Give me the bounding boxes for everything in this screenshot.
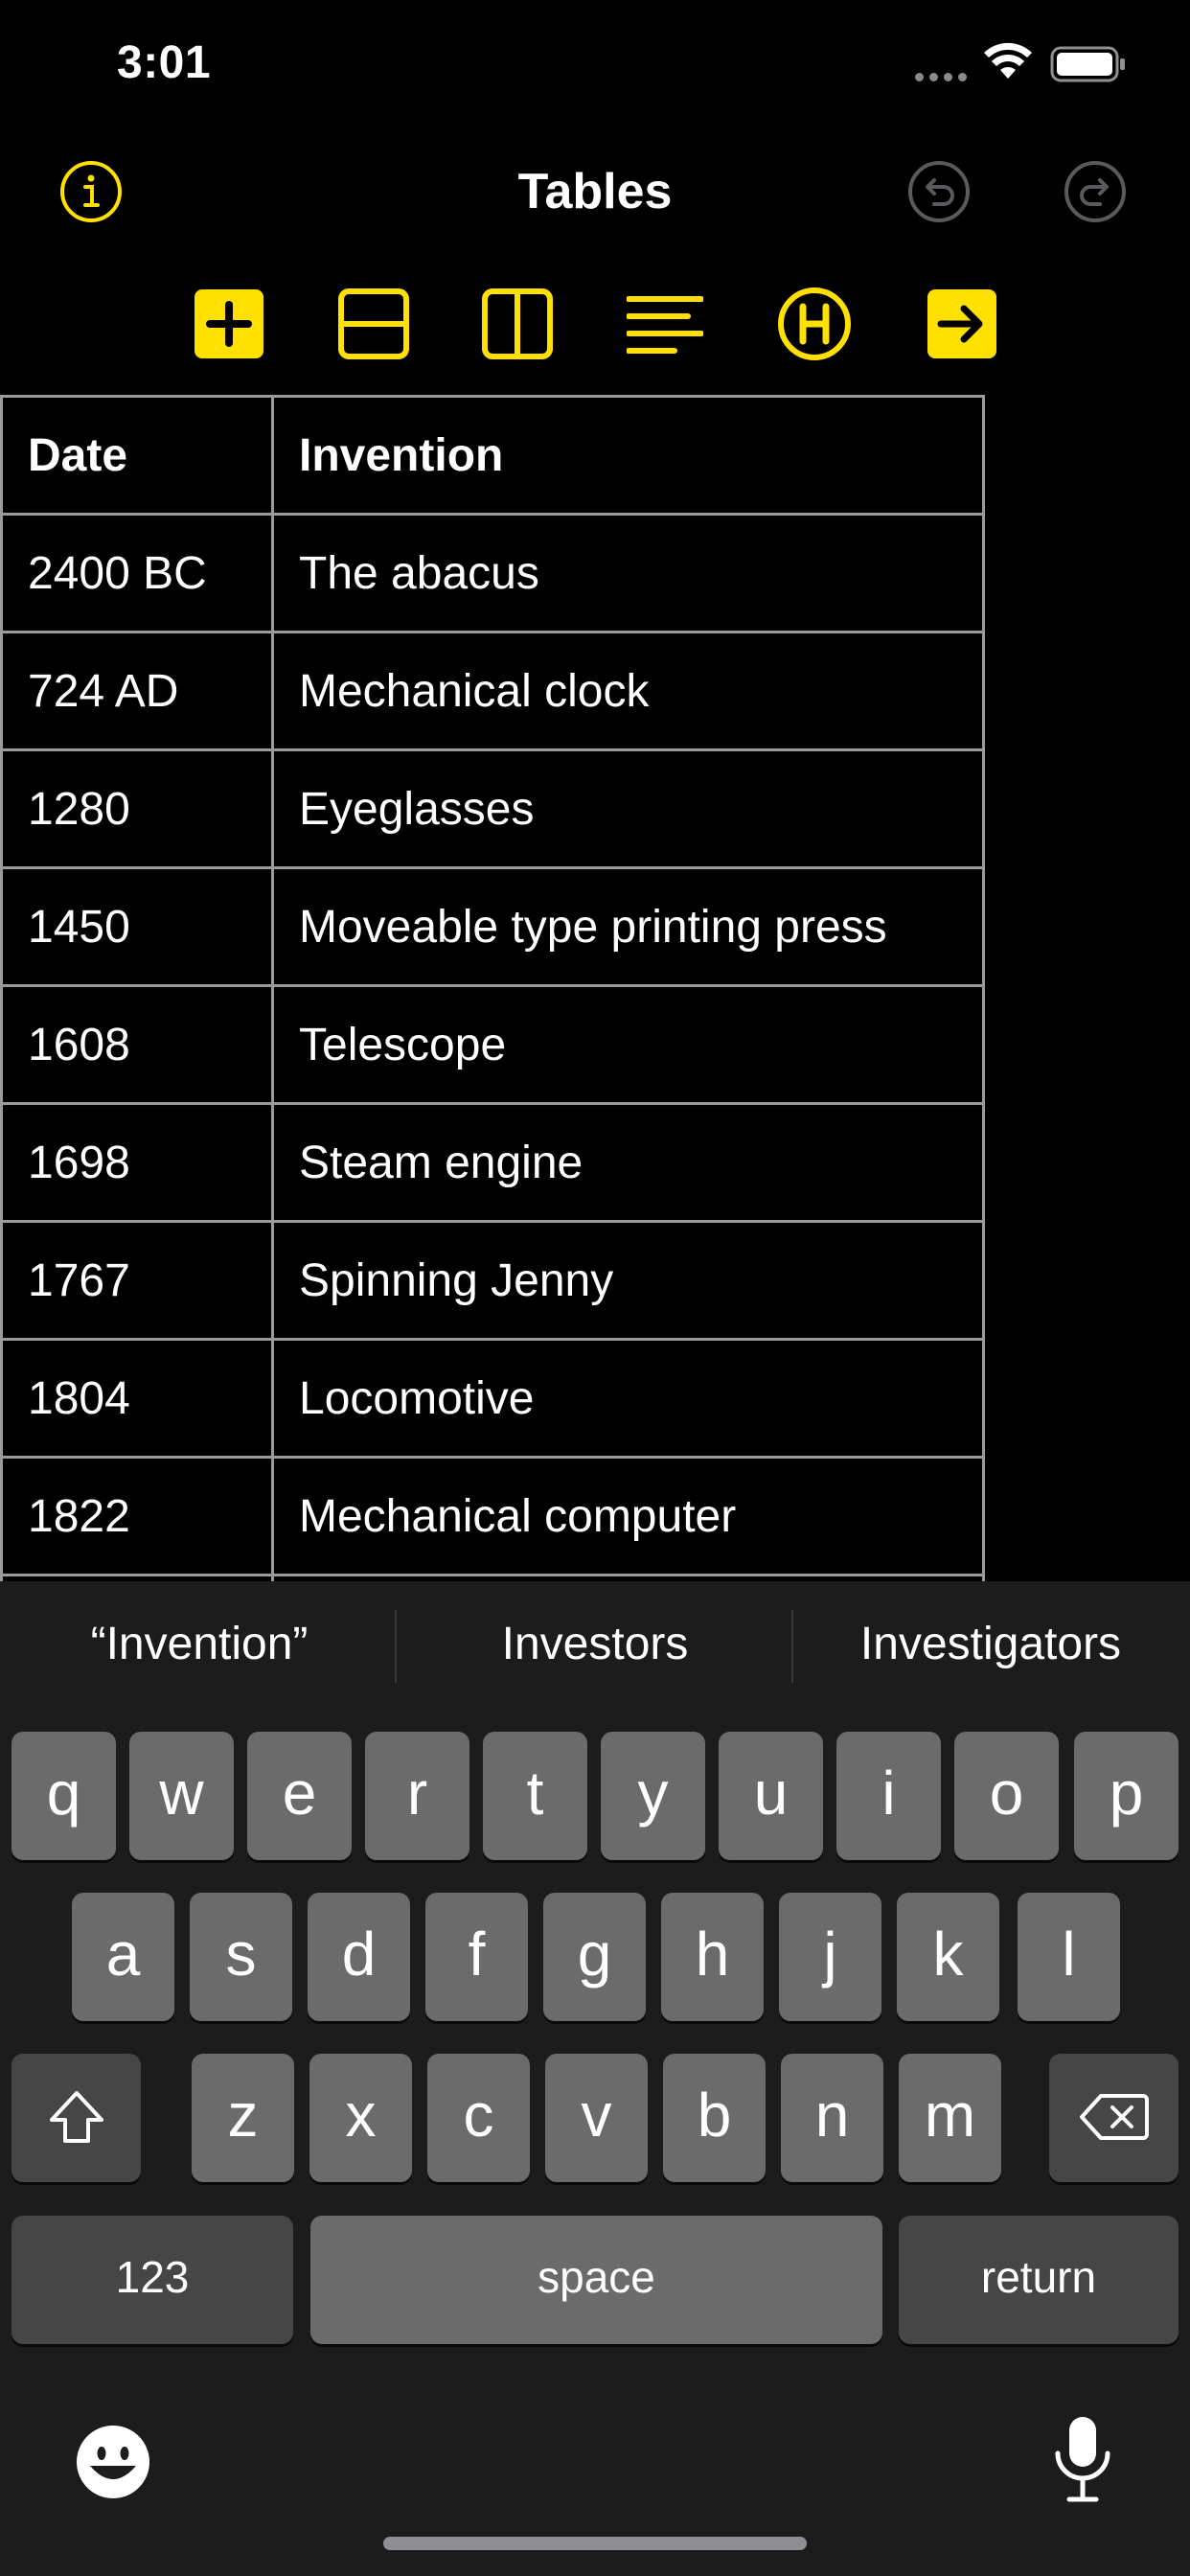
table-toolbar [0, 286, 1190, 362]
date-cell[interactable]: 1608 [0, 984, 274, 1105]
inventions-table: Date Invention 2400 BC The abacus 724 AD… [0, 395, 985, 1581]
table-header-row: Date Invention [0, 395, 985, 516]
table-row: 2400 BC The abacus [0, 513, 985, 633]
key[interactable]: j [779, 1893, 881, 2021]
signal-icon [915, 73, 967, 81]
shift-icon [50, 2091, 103, 2143]
suggestion-item[interactable]: “Invention” [2, 1618, 397, 1670]
key[interactable]: f [425, 1893, 528, 2021]
date-cell[interactable]: 1822 [0, 1456, 274, 1576]
date-cell[interactable]: 1450 [0, 866, 274, 987]
header-cell-date[interactable]: Date [0, 395, 274, 516]
date-cell[interactable]: 1804 [0, 1338, 274, 1459]
table-row: 1698 Steam engine [0, 1102, 985, 1223]
next-cell-icon[interactable] [924, 286, 1000, 362]
key[interactable]: n [781, 2054, 883, 2182]
insert-row-icon[interactable] [335, 286, 412, 362]
undo-icon[interactable] [905, 158, 973, 225]
date-cell[interactable]: 1767 [0, 1220, 274, 1341]
key[interactable]: o [954, 1732, 1059, 1860]
key[interactable]: x [309, 2054, 412, 2182]
battery-icon [1050, 46, 1125, 82]
microphone-icon[interactable] [1052, 2415, 1113, 2503]
divider [395, 1610, 397, 1683]
table-row: 1608 Telescope [0, 984, 985, 1105]
key[interactable]: h [661, 1893, 764, 2021]
date-cell[interactable]: 2400 BC [0, 513, 274, 633]
invention-cell[interactable]: Spinning Jenny [271, 1220, 985, 1341]
table-row: 1280 Eyeglasses [0, 748, 985, 869]
nav-bar: Tables [0, 134, 1190, 249]
key[interactable]: d [308, 1893, 410, 2021]
invention-cell[interactable]: Mechanical computer [271, 1456, 985, 1576]
table-container: Date Invention 2400 BC The abacus 724 AD… [0, 395, 987, 1581]
status-bar: 3:01 [0, 0, 1190, 134]
shift-key[interactable] [11, 2054, 141, 2182]
delete-icon [1080, 2094, 1149, 2140]
key[interactable]: r [365, 1732, 469, 1860]
invention-cell[interactable]: Locomotive [271, 1338, 985, 1459]
table-row: 1804 Locomotive [0, 1338, 985, 1459]
invention-cell[interactable]: The abacus [271, 513, 985, 633]
invention-cell[interactable]: Moveable type printing press [271, 866, 985, 987]
insert-column-icon[interactable] [479, 286, 556, 362]
invention-cell[interactable]: Mechanical clock [271, 631, 985, 751]
table-row: 1767 Spinning Jenny [0, 1220, 985, 1341]
key[interactable]: g [543, 1893, 646, 2021]
key[interactable]: w [129, 1732, 234, 1860]
return-key[interactable]: return [899, 2216, 1179, 2344]
key[interactable]: t [483, 1732, 587, 1860]
key[interactable]: m [899, 2054, 1001, 2182]
invention-cell[interactable]: Telescope [271, 984, 985, 1105]
header-icon[interactable] [776, 286, 853, 362]
space-key[interactable]: space [310, 2216, 882, 2344]
key[interactable]: p [1074, 1732, 1179, 1860]
key[interactable]: i [836, 1732, 941, 1860]
invention-cell[interactable]: Steam engine [271, 1102, 985, 1223]
status-time: 3:01 [117, 37, 212, 88]
add-icon[interactable] [191, 286, 267, 362]
emoji-icon[interactable] [73, 2422, 153, 2502]
header-cell-invention[interactable]: Invention [271, 395, 985, 516]
key[interactable]: k [897, 1893, 999, 2021]
invention-cell[interactable]: Eyeglasses [271, 748, 985, 869]
key[interactable]: u [719, 1732, 823, 1860]
numbers-key[interactable]: 123 [11, 2216, 293, 2344]
key[interactable]: z [192, 2054, 294, 2182]
key[interactable]: l [1018, 1893, 1120, 2021]
redo-icon[interactable] [1062, 158, 1129, 225]
suggestion-item[interactable]: Investigators [793, 1618, 1188, 1670]
date-cell[interactable]: 724 AD [0, 631, 274, 751]
key[interactable]: b [663, 2054, 766, 2182]
home-indicator[interactable] [383, 2537, 807, 2550]
table-row: 1822 Mechanical computer [0, 1456, 985, 1576]
key[interactable]: e [247, 1732, 352, 1860]
table-row: 724 AD Mechanical clock [0, 631, 985, 751]
key[interactable]: v [545, 2054, 648, 2182]
date-cell[interactable]: 1280 [0, 748, 274, 869]
suggestion-item[interactable]: Investors [398, 1618, 792, 1670]
key[interactable]: s [190, 1893, 292, 2021]
page-title: Tables [517, 164, 673, 219]
key[interactable]: a [72, 1893, 174, 2021]
suggestion-bar: “Invention” Investors Investigators [0, 1581, 1190, 1715]
table-row: 1450 Moveable type printing press [0, 866, 985, 987]
delete-key[interactable] [1049, 2054, 1179, 2182]
key[interactable]: y [601, 1732, 705, 1860]
wifi-icon [984, 42, 1032, 79]
date-cell[interactable]: 1698 [0, 1102, 274, 1223]
key[interactable]: c [427, 2054, 530, 2182]
key[interactable]: q [11, 1732, 116, 1860]
align-icon[interactable] [627, 286, 703, 362]
keyboard: “Invention” Investors Investigators q w … [0, 1581, 1190, 2576]
